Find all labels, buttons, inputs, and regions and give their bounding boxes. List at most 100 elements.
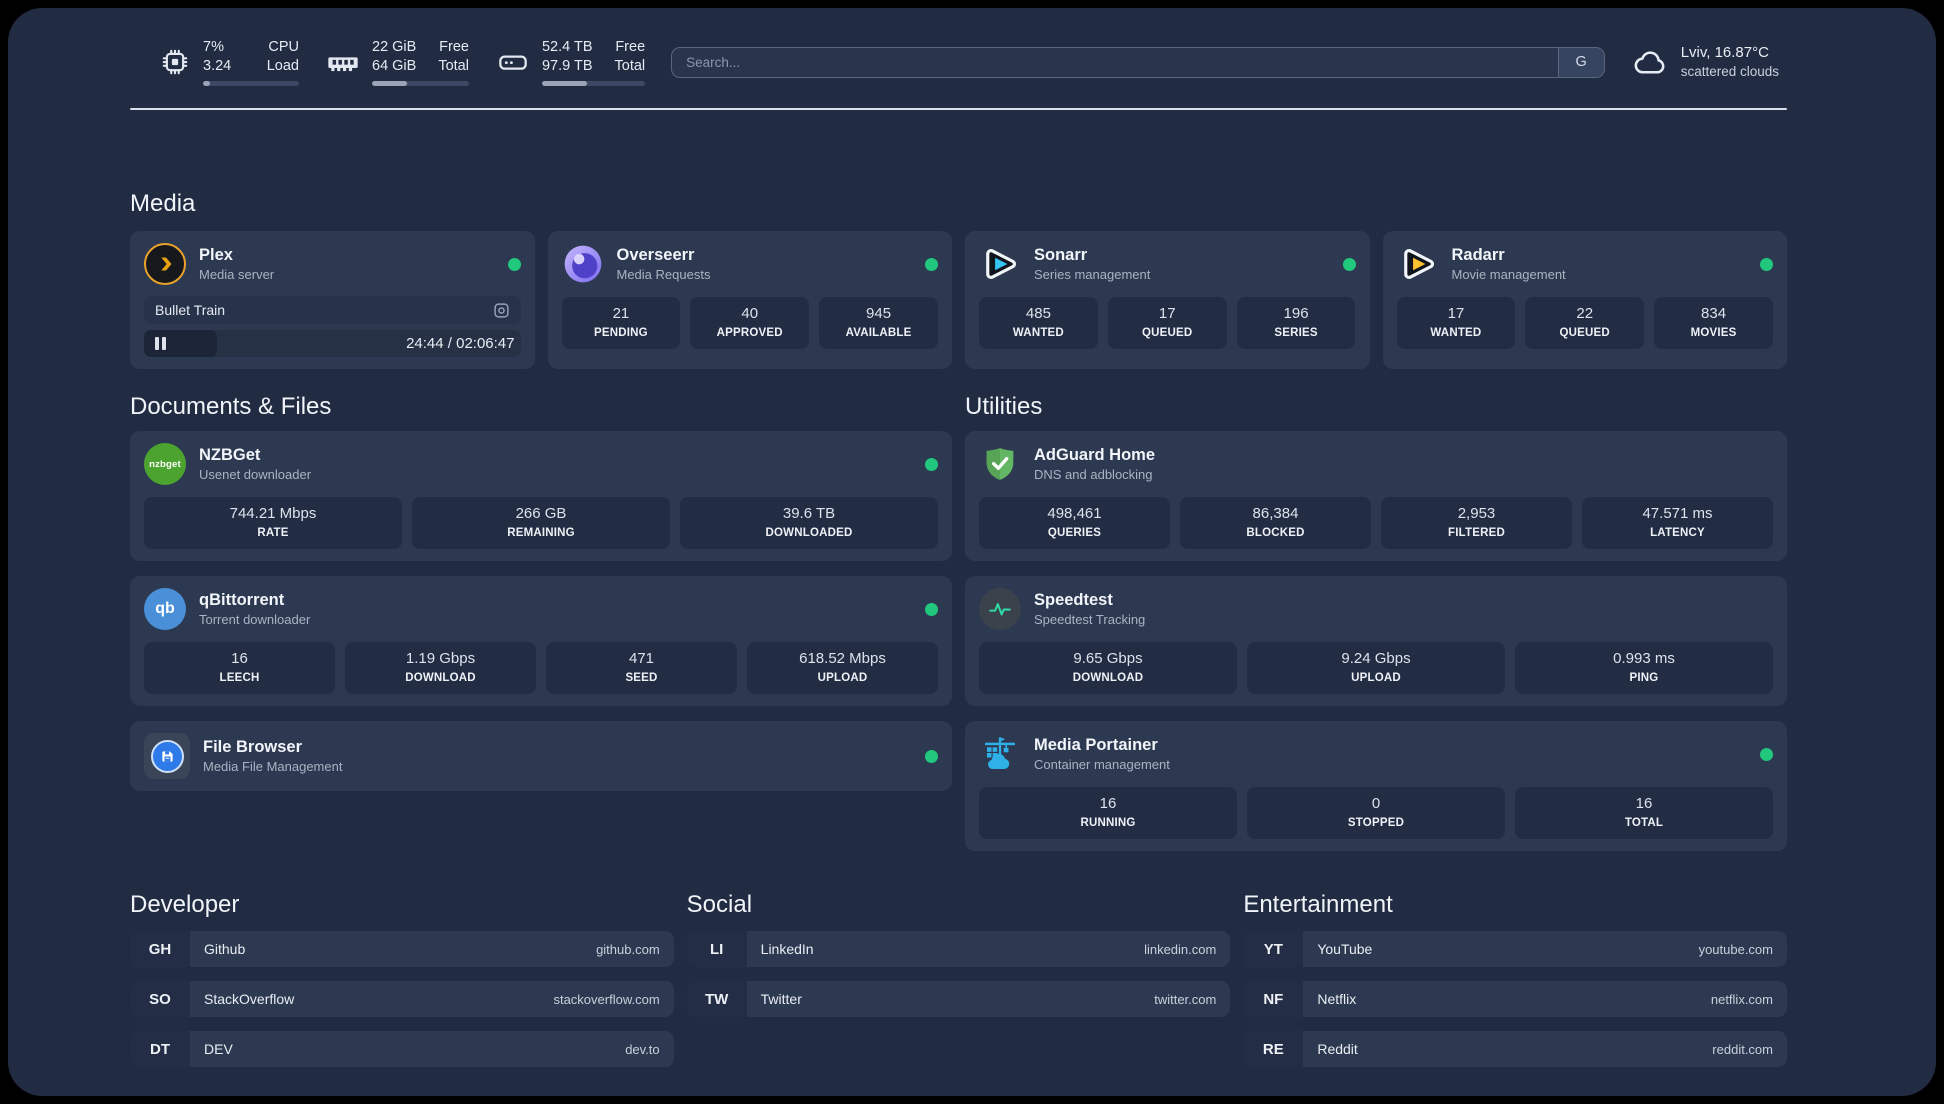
bookmark-url: linkedin.com — [1144, 941, 1217, 957]
app-name: Radarr — [1451, 246, 1505, 264]
app-subtitle: Container management — [1034, 757, 1170, 772]
stat-tile: 498,461 QUERIES — [979, 497, 1170, 549]
top-bar: 7% 3.24 CPU Load 22 GiB 64 GiB Free Tota… — [130, 39, 1787, 86]
app-subtitle: Media Requests — [616, 267, 711, 282]
speedtest-card[interactable]: Speedtest Speedtest Tracking 9.65 Gbps D… — [965, 576, 1787, 706]
app-subtitle: Speedtest Tracking — [1034, 612, 1146, 627]
bookmark-name: LinkedIn — [760, 941, 814, 957]
cpu-progress-bar — [203, 80, 299, 86]
tile-value: 471 — [628, 650, 655, 667]
filebrowser-icon — [144, 733, 190, 779]
tile-value: 618.52 Mbps — [799, 650, 886, 667]
nzbget-card[interactable]: nzbget NZBGet Usenet downloader 744.21 M… — [130, 431, 952, 561]
tile-value: 39.6 TB — [782, 505, 836, 522]
bookmark-stackoverflow[interactable]: SO StackOverflow stackoverflow.com — [130, 981, 674, 1017]
filebrowser-card[interactable]: File Browser Media File Management — [130, 721, 952, 791]
tile-value: 47.571 ms — [1642, 505, 1713, 522]
stat-tile: 196 SERIES — [1236, 297, 1356, 349]
weather-condition: scattered clouds — [1680, 63, 1779, 79]
search-input[interactable] — [672, 47, 1558, 77]
stat-tile: 86,384 BLOCKED — [1180, 497, 1371, 549]
plex-now-playing: Bullet Train 24:44 / 02:06:47 — [144, 296, 521, 357]
tile-value: 40 — [741, 305, 759, 322]
stat-tile: 9.65 Gbps DOWNLOAD — [979, 642, 1237, 694]
cloud-icon — [1631, 43, 1669, 81]
portainer-card[interactable]: Media Portainer Container management 16 … — [965, 721, 1787, 851]
bookmark-twitter[interactable]: TW Twitter twitter.com — [686, 981, 1231, 1017]
stat-tile: 834 MOVIES — [1654, 297, 1773, 349]
stat-tile: 17 WANTED — [1396, 297, 1516, 349]
search-engine-button[interactable]: G — [1557, 47, 1604, 77]
cpu-stat: 7% 3.24 CPU Load — [160, 38, 299, 86]
radarr-card[interactable]: Radarr Movie management 17 WANTED 22 QUE… — [1382, 231, 1787, 369]
nzbget-icon: nzbget — [144, 443, 186, 485]
playback-elapsed — [144, 330, 218, 357]
status-dot — [1342, 257, 1356, 271]
bookmark-name: DEV — [204, 1041, 233, 1057]
app-subtitle: Media server — [199, 267, 275, 282]
portainer-icon — [979, 733, 1021, 775]
tile-value: 744.21 Mbps — [229, 505, 317, 522]
tile-label: DOWNLOAD — [1072, 672, 1144, 684]
section-title-media: Media — [130, 190, 196, 217]
app-subtitle: Media File Management — [203, 759, 343, 774]
tile-label: LATENCY — [1650, 527, 1705, 539]
app-subtitle: DNS and adblocking — [1034, 467, 1153, 482]
bookmark-url: youtube.com — [1698, 941, 1773, 957]
tile-label: SERIES — [1274, 327, 1318, 339]
overseerr-icon — [562, 243, 604, 285]
tile-value: 16 — [1635, 795, 1653, 812]
app-name: qBittorrent — [199, 591, 285, 609]
tile-label: UPLOAD — [817, 672, 868, 684]
bookmark-linkedin[interactable]: LI LinkedIn linkedin.com — [686, 931, 1231, 967]
app-name: NZBGet — [199, 446, 261, 464]
stat-tile: 16 LEECH — [144, 642, 335, 694]
bookmark-group-entertainment: Entertainment YT YouTube youtube.com NF … — [1243, 891, 1787, 1067]
cpu-labels: CPU Load — [266, 39, 299, 74]
status-dot — [1760, 747, 1773, 761]
weather-widget[interactable]: Lviv, 16.87°C scattered clouds — [1631, 43, 1779, 81]
tile-label: LEECH — [219, 672, 260, 684]
app-name: Speedtest — [1034, 591, 1113, 609]
bookmark-url: twitter.com — [1154, 991, 1217, 1007]
overseerr-card[interactable]: Overseerr Media Requests 21 PENDING 40 A… — [547, 231, 952, 369]
plex-icon — [144, 243, 186, 285]
tile-label: BLOCKED — [1246, 527, 1305, 539]
bookmark-dev[interactable]: DT DEV dev.to — [130, 1031, 674, 1067]
header-divider — [130, 108, 1787, 110]
app-name: Sonarr — [1034, 246, 1088, 264]
bookmark-group-developer: Developer GH Github github.com SO StackO… — [130, 891, 674, 1067]
bookmark-reddit[interactable]: RE Reddit reddit.com — [1243, 1031, 1787, 1067]
bookmark-github[interactable]: GH Github github.com — [130, 931, 674, 967]
bookmark-abbr: LI — [686, 931, 747, 967]
stat-tile: 0 STOPPED — [1247, 787, 1505, 839]
tile-label: REMAINING — [507, 527, 575, 539]
sonarr-card[interactable]: Sonarr Series management 485 WANTED 17 Q… — [965, 231, 1370, 369]
tile-label: WANTED — [1430, 327, 1482, 339]
stat-tile: 618.52 Mbps UPLOAD — [747, 642, 938, 694]
bookmark-abbr: TW — [686, 981, 747, 1017]
adguard-card[interactable]: AdGuard Home DNS and adblocking 498,461 … — [965, 431, 1787, 561]
stat-tile: 22 QUEUED — [1525, 297, 1645, 349]
tile-value: 9.65 Gbps — [1073, 650, 1143, 667]
tile-label: AVAILABLE — [845, 327, 912, 339]
disk-values: 52.4 TB 97.9 TB — [541, 39, 593, 74]
bookmark-netflix[interactable]: NF Netflix netflix.com — [1243, 981, 1787, 1017]
section-title-social: Social — [686, 891, 753, 918]
cpu-icon — [160, 47, 190, 77]
memory-labels: Free Total — [438, 39, 469, 74]
bookmark-url: netflix.com — [1710, 991, 1773, 1007]
pause-icon — [155, 337, 159, 350]
section-title-developer: Developer — [130, 891, 240, 918]
qbittorrent-card[interactable]: qb qBittorrent Torrent downloader 16 LEE… — [130, 576, 952, 706]
playback-progress-bar: 24:44 / 02:06:47 — [144, 330, 521, 357]
app-subtitle: Series management — [1034, 267, 1151, 282]
status-dot — [1760, 257, 1773, 271]
bookmark-youtube[interactable]: YT YouTube youtube.com — [1243, 931, 1787, 967]
memory-values: 22 GiB 64 GiB — [372, 39, 417, 74]
tile-label: RATE — [257, 527, 289, 539]
memory-icon — [327, 46, 359, 78]
bookmark-abbr: RE — [1243, 1031, 1304, 1067]
search-bar: G — [671, 46, 1605, 78]
plex-card[interactable]: Plex Media server Bullet Train 24:44 / 0… — [130, 231, 535, 369]
